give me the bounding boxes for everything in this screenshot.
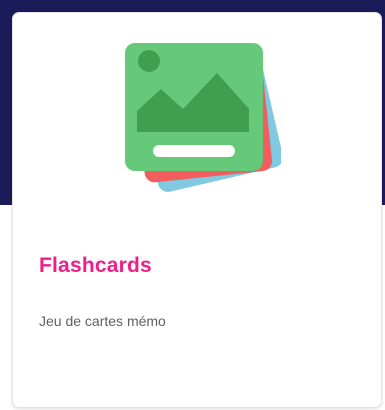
flashcards-card[interactable]: Flashcards Jeu de cartes mémo: [12, 12, 382, 408]
sun-shape: [138, 50, 160, 72]
card-title: Flashcards: [39, 254, 152, 277]
caption-bar: [153, 145, 235, 157]
card-description: Jeu de cartes mémo: [39, 313, 166, 329]
flashcards-image-icon: [125, 43, 281, 192]
